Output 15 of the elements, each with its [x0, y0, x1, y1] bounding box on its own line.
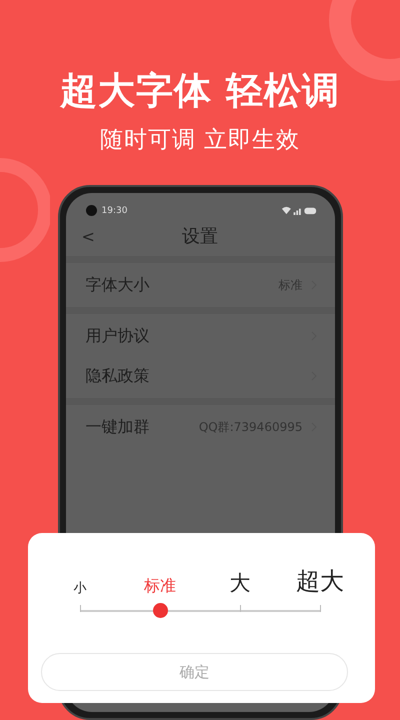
- status-icons: [280, 206, 316, 215]
- back-button[interactable]: <: [82, 226, 95, 246]
- headline: 超大字体 轻松调: [60, 68, 340, 114]
- font-size-option[interactable]: 超大: [296, 565, 344, 597]
- subheadline: 随时可调 立即生效: [100, 126, 300, 155]
- camera-icon: [86, 205, 96, 216]
- confirm-button[interactable]: 确定: [41, 653, 348, 691]
- font-size-option[interactable]: 大: [229, 569, 250, 597]
- slider-thumb[interactable]: [152, 603, 168, 618]
- status-time: 19:30: [102, 206, 128, 216]
- font-size-option[interactable]: 标准: [144, 576, 176, 597]
- screen-title: 设置: [182, 225, 218, 248]
- settings-row[interactable]: 隐私政策: [66, 356, 334, 396]
- settings-row[interactable]: 用户协议: [66, 316, 334, 356]
- font-size-option[interactable]: 小: [74, 579, 86, 597]
